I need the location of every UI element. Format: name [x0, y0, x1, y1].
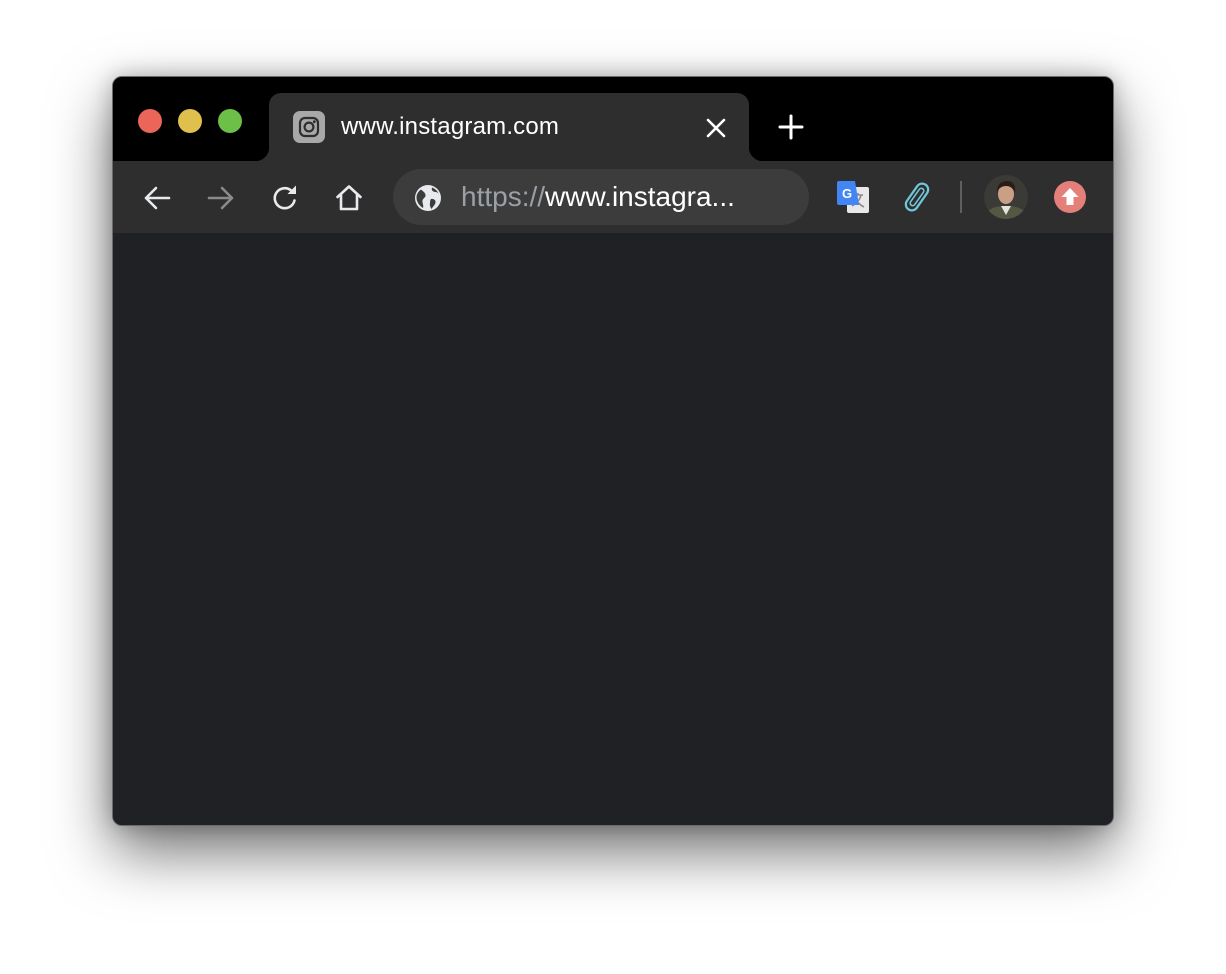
- globe-icon[interactable]: [413, 183, 443, 213]
- page-content: [113, 233, 1113, 825]
- url-scheme: https://: [461, 181, 546, 212]
- reload-icon[interactable]: [270, 183, 300, 213]
- svg-text:G: G: [842, 186, 852, 201]
- close-icon[interactable]: [705, 117, 727, 139]
- home-icon[interactable]: [334, 183, 364, 213]
- tab-title: www.instagram.com: [341, 113, 560, 140]
- url-text: https://www.instagra...: [461, 181, 735, 213]
- google-translate-icon[interactable]: G: [835, 179, 871, 215]
- avatar[interactable]: [984, 175, 1028, 219]
- arrow-right-icon[interactable]: [206, 183, 236, 213]
- minimize-window-button[interactable]: [178, 109, 202, 133]
- address-bar[interactable]: https://www.instagra...: [393, 169, 809, 225]
- zoom-window-button[interactable]: [218, 109, 242, 133]
- tab-instagram[interactable]: www.instagram.com: [255, 93, 763, 161]
- arrow-left-icon[interactable]: [142, 183, 172, 213]
- close-window-button[interactable]: [138, 109, 162, 133]
- url-host: www.instagra...: [545, 181, 735, 212]
- toolbar-divider: [960, 181, 962, 213]
- plus-icon[interactable]: [777, 113, 805, 141]
- title-bar: www.instagram.com: [113, 77, 1113, 161]
- arrow-up-icon[interactable]: [1054, 181, 1086, 213]
- browser-window: www.instagram.com https://www.instagra..…: [112, 76, 1114, 826]
- toolbar: https://www.instagra... G: [113, 161, 1113, 233]
- paperclip-icon[interactable]: [899, 179, 935, 215]
- instagram-icon: [293, 111, 325, 143]
